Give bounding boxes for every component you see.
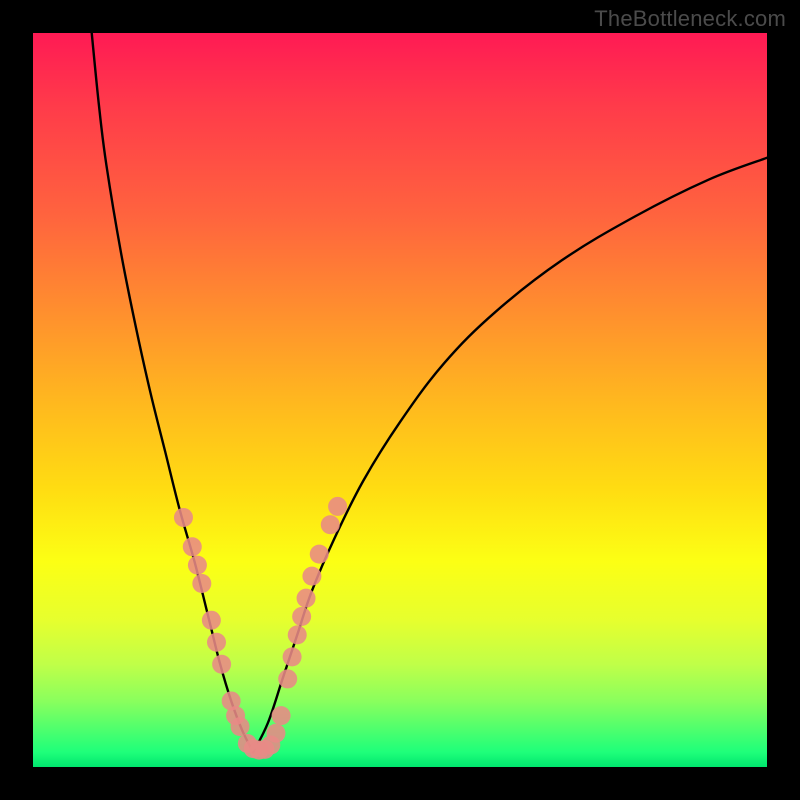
marker-dot xyxy=(292,607,311,626)
marker-dot xyxy=(192,574,211,593)
curve-layer xyxy=(33,33,767,767)
marker-dot xyxy=(207,633,226,652)
watermark-text: TheBottleneck.com xyxy=(594,6,786,32)
marker-dot xyxy=(321,515,340,534)
curve-left-arm xyxy=(92,33,253,752)
outer-frame: TheBottleneck.com xyxy=(0,0,800,800)
marker-group xyxy=(174,497,347,760)
marker-dot xyxy=(297,589,316,608)
marker-dot xyxy=(302,567,321,586)
marker-dot xyxy=(310,545,329,564)
marker-dot xyxy=(266,724,285,743)
marker-dot xyxy=(288,625,307,644)
marker-dot xyxy=(283,647,302,666)
plot-area xyxy=(33,33,767,767)
marker-dot xyxy=(202,611,221,630)
marker-dot xyxy=(328,497,347,516)
marker-dot xyxy=(272,706,291,725)
curve-right-arm xyxy=(253,158,767,753)
marker-dot xyxy=(174,508,193,527)
marker-dot xyxy=(230,717,249,736)
marker-dot xyxy=(212,655,231,674)
marker-dot xyxy=(188,556,207,575)
marker-dot xyxy=(278,669,297,688)
marker-dot xyxy=(183,537,202,556)
